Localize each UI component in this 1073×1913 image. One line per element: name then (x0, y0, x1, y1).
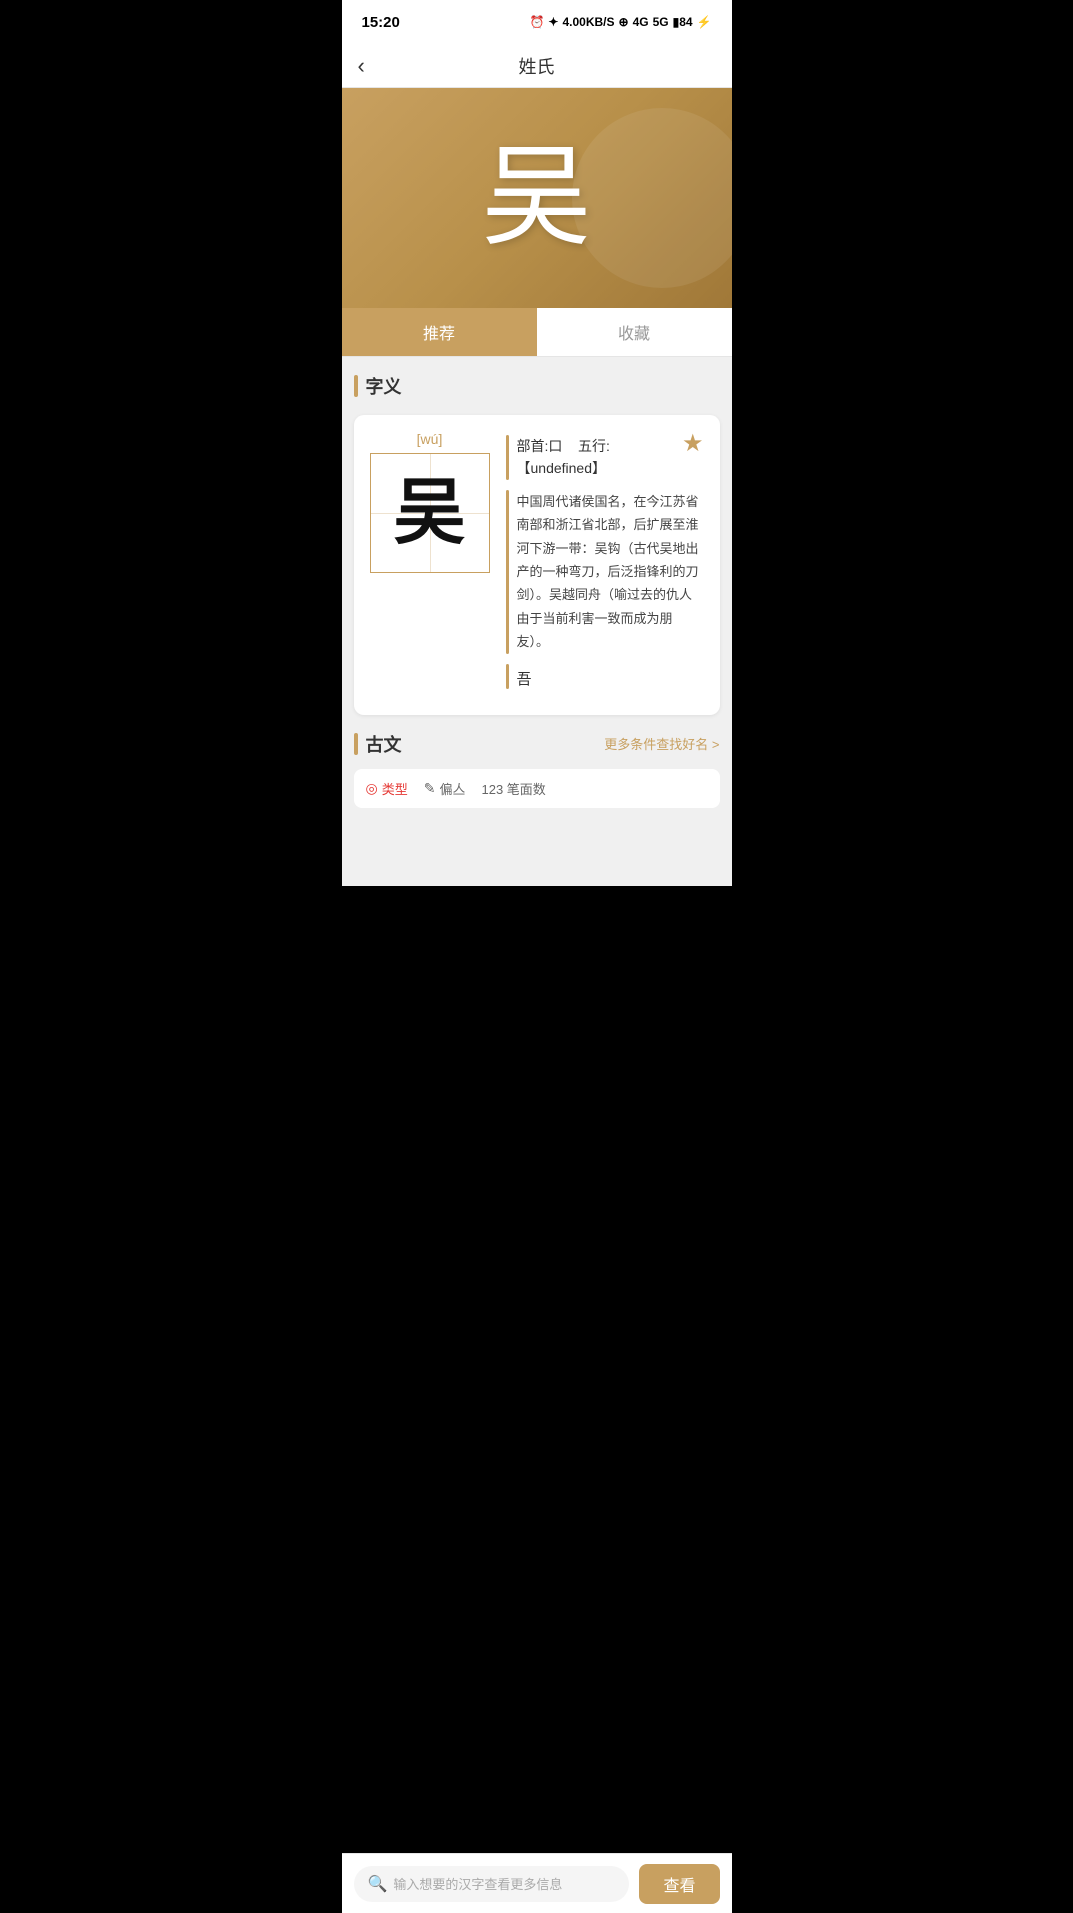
content-area: 字义 ★ [wú] 吴 (342, 357, 732, 886)
more-link[interactable]: 更多条件查找好名 > (604, 734, 719, 753)
description-row: 中国周代诸侯国名，在今江苏省南部和浙江省北部，后扩展至淮河下游一带：吴钩（古代吴… (506, 490, 704, 654)
info-border-2 (506, 490, 509, 654)
page-title: 姓氏 (519, 53, 555, 79)
guwen-section: 古文 更多条件查找好名 > ◎ 类型 ✎ 偏亼 123 笔面数 (354, 731, 720, 808)
char-pinyin: [wú] (417, 431, 443, 447)
description-text: 中国周代诸侯国名，在今江苏省南部和浙江省北部，后扩展至淮河下游一带：吴钩（古代吴… (517, 490, 704, 654)
hero-character: 吴 (482, 143, 592, 253)
wifi-icon: ⊕ (619, 15, 629, 29)
filter-type[interactable]: ◎ 类型 (366, 779, 408, 798)
ziyi-section-header: 字义 (354, 369, 720, 403)
undefined-text: 【undefined】 (517, 457, 610, 479)
filter-strokes[interactable]: 123 笔面数 (481, 779, 545, 798)
info-border-1 (506, 435, 509, 480)
bushou-row: 部首:口 五行: 【undefined】 (506, 435, 704, 480)
battery-icon: ▮84 (673, 15, 693, 29)
guwen-header: 古文 更多条件查找好名 > (354, 731, 720, 757)
ziyi-title: 字义 (366, 373, 402, 399)
back-button[interactable]: ‹ (358, 53, 365, 79)
guwen-title: 古文 (366, 731, 402, 757)
type-icon: ◎ (366, 780, 378, 797)
bias-icon: ✎ (424, 780, 436, 797)
bluetooth-icon: ✦ (548, 15, 558, 29)
tab-recommend[interactable]: 推荐 (342, 308, 537, 356)
guwen-header-left: 古文 (354, 731, 402, 757)
bushou-text: 部首:口 五行: (517, 435, 610, 457)
filter-bar: ◎ 类型 ✎ 偏亼 123 笔面数 (354, 769, 720, 808)
status-time: 15:20 (362, 14, 400, 31)
charging-icon: ⚡ (697, 15, 712, 29)
tab-bar: 推荐 收藏 (342, 308, 732, 357)
char-display: [wú] 吴 (370, 431, 490, 573)
status-bar: 15:20 ⏰ ✦ 4.00KB/S ⊕ 4G 5G ▮84 ⚡ (342, 0, 732, 44)
card-body: [wú] 吴 部首:口 (370, 431, 704, 699)
filter-bias[interactable]: ✎ 偏亼 (424, 779, 466, 798)
signal-5g: 5G (653, 15, 669, 29)
char-big: 吴 (393, 477, 465, 549)
star-button[interactable]: ★ (682, 429, 704, 458)
tab-collect[interactable]: 收藏 (537, 308, 732, 356)
alt-char-row: 吾 (506, 664, 704, 689)
data-speed: 4.00KB/S (562, 15, 614, 29)
info-border-3 (506, 664, 509, 689)
guwen-indicator (354, 733, 358, 755)
status-icons: ⏰ ✦ 4.00KB/S ⊕ 4G 5G ▮84 ⚡ (529, 15, 711, 29)
char-box: 吴 (370, 453, 490, 573)
character-card: ★ [wú] 吴 (354, 415, 720, 715)
alarm-icon: ⏰ (529, 15, 544, 29)
signal-4g: 4G (633, 15, 649, 29)
hero-banner: 吴 (342, 88, 732, 308)
alt-char: 吾 (517, 668, 532, 689)
nav-bar: ‹ 姓氏 (342, 44, 732, 88)
char-info: 部首:口 五行: 【undefined】 中国周代诸侯国名，在今江苏省南部和浙江… (506, 431, 704, 699)
ziyi-section: 字义 ★ [wú] 吴 (354, 369, 720, 715)
section-indicator (354, 375, 358, 397)
